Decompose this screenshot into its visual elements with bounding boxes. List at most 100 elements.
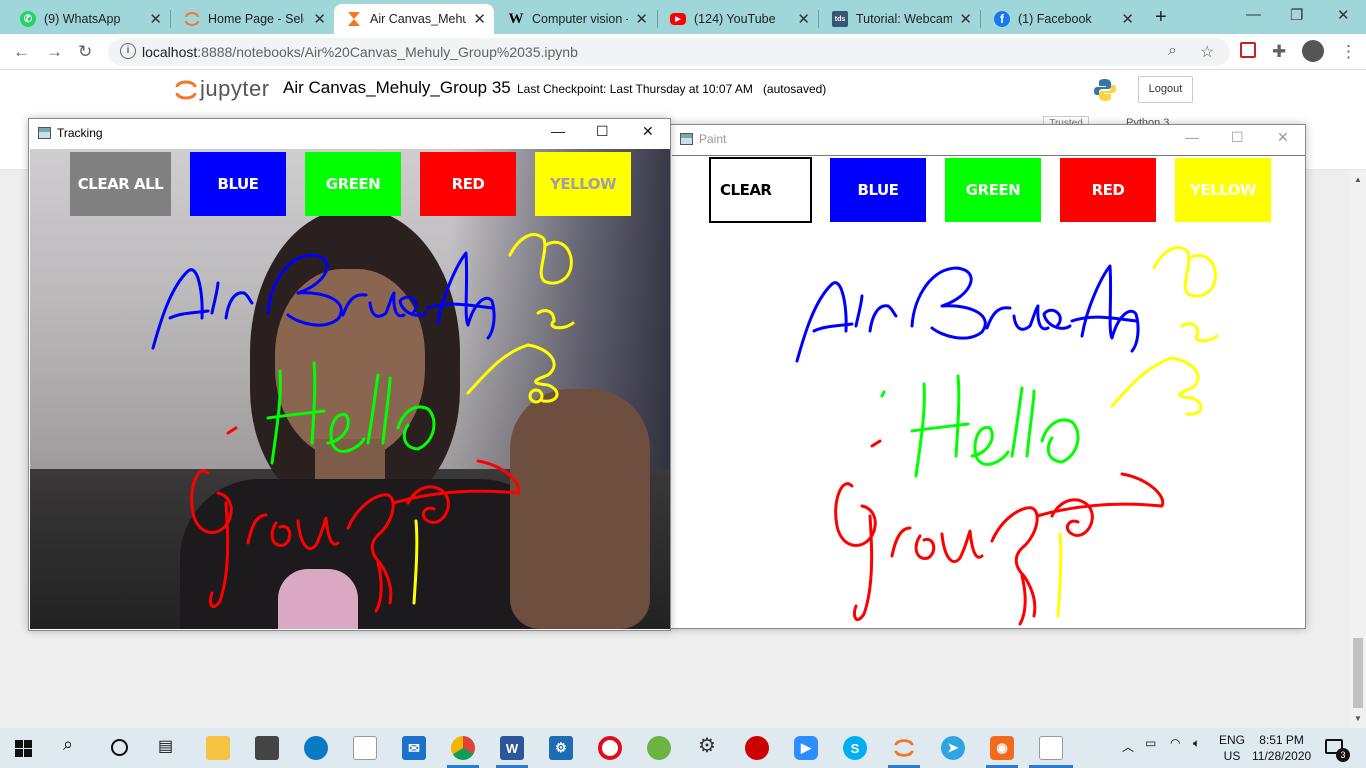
tab-title: Home Page - Sele (208, 12, 304, 26)
maximize-icon[interactable]: ☐ (596, 123, 609, 140)
tab-title: Air Canvas_Mehuly (370, 12, 466, 26)
skype-icon[interactable]: S (843, 736, 867, 760)
back-icon[interactable]: ← (13, 42, 30, 62)
notepad-icon[interactable] (353, 736, 377, 760)
tab-youtube[interactable]: ▶ (124) YouTube ✕ (658, 4, 818, 34)
system-clock[interactable]: 8:51 PM 11/28/2020 (1252, 732, 1311, 764)
pocket-extension-icon[interactable] (1240, 42, 1256, 58)
blank-app-icon[interactable] (1039, 736, 1063, 760)
python-logo-icon (1094, 79, 1116, 101)
windows-start-icon[interactable] (15, 740, 32, 757)
paint-green-button[interactable]: GREEN (945, 158, 1041, 222)
bookmark-star-icon[interactable]: ☆ (1200, 42, 1214, 62)
close-icon[interactable]: ✕ (642, 123, 654, 140)
gear-icon[interactable]: ⚙ (698, 733, 716, 758)
wifi-icon[interactable]: ◠ (1170, 736, 1180, 750)
yellow-button[interactable]: YELLOW (535, 152, 631, 216)
tds-icon: tds (832, 11, 848, 27)
paint-canvas[interactable]: CLEAR BLUE GREEN RED YELLOW (672, 155, 1305, 628)
anaconda-icon[interactable] (647, 736, 671, 760)
scroll-up-icon[interactable]: ▲ (1354, 175, 1362, 184)
reload-icon[interactable]: ↻ (78, 42, 92, 62)
language-indicator[interactable]: ENG US (1219, 732, 1245, 764)
jupyter-icon (184, 11, 200, 27)
window-app-icon (38, 127, 51, 139)
chevron-up-icon[interactable]: ︿ (1122, 738, 1134, 755)
battery-icon[interactable]: ▭ (1145, 736, 1156, 750)
settings-app-icon[interactable]: ⚙ (549, 736, 573, 760)
scroll-down-icon[interactable]: ▼ (1354, 714, 1362, 723)
search-icon[interactable]: ⌕ (63, 734, 73, 755)
jupyter-logo-text: jupyter (200, 76, 270, 101)
url-text[interactable]: localhost:8888/notebooks/Air%20Canvas_Me… (142, 44, 578, 60)
browser-tab-bar: ✆ (9) WhatsApp ✕ Home Page - Sele ✕ Air … (0, 0, 1366, 34)
blue-button[interactable]: BLUE (190, 152, 286, 216)
minimize-icon[interactable]: — (1185, 129, 1199, 145)
whatsapp-icon: ✆ (20, 11, 36, 27)
spider-app-icon[interactable] (745, 736, 769, 760)
camera-app-icon[interactable]: ◉ (990, 736, 1014, 760)
tab-computer-vision[interactable]: W Computer vision - ✕ (496, 4, 656, 34)
close-icon[interactable]: ✕ (1121, 10, 1134, 28)
extensions-icon[interactable]: ✚ (1272, 42, 1286, 62)
cortana-icon[interactable] (111, 739, 128, 756)
telegram-icon[interactable]: ➤ (941, 736, 965, 760)
paint-window-title: Paint (699, 132, 727, 146)
jupyter-logo-icon[interactable] (174, 78, 198, 102)
facebook-icon: f (994, 11, 1010, 27)
close-icon[interactable]: ✕ (1277, 129, 1289, 146)
minimize-icon[interactable]: — (1246, 6, 1261, 23)
logout-button[interactable]: Logout (1138, 76, 1193, 103)
paint-drawing-strokes (795, 246, 1219, 626)
zoom-icon[interactable]: ⌕ (1168, 42, 1177, 60)
volume-icon[interactable]: 🔈︎ (1193, 736, 1200, 751)
address-bar[interactable]: i localhost:8888/notebooks/Air%20Canvas_… (108, 38, 1230, 66)
paint-blue-button[interactable]: BLUE (830, 158, 926, 222)
close-icon[interactable]: ✕ (473, 10, 486, 28)
tab-webcam-tutorial[interactable]: tds Tutorial: Webcam ✕ (820, 4, 980, 34)
tab-whatsapp[interactable]: ✆ (9) WhatsApp ✕ (8, 4, 170, 34)
profile-avatar[interactable] (1302, 40, 1324, 62)
word-icon[interactable]: W (500, 736, 524, 760)
task-view-icon[interactable]: ▤ (158, 736, 173, 756)
tab-home-page[interactable]: Home Page - Sele ✕ (172, 4, 334, 34)
restore-icon[interactable]: ❐ (1290, 6, 1303, 24)
clear-all-button[interactable]: CLEAR ALL (70, 152, 171, 216)
paint-red-button[interactable]: RED (1060, 158, 1156, 222)
paint-clear-button[interactable]: CLEAR (709, 157, 812, 223)
close-icon[interactable]: ✕ (959, 10, 972, 28)
minimize-icon[interactable]: — (551, 123, 565, 139)
green-button[interactable]: GREEN (305, 152, 401, 216)
mail-icon[interactable]: ✉ (402, 736, 426, 760)
webcam-feed[interactable]: CLEAR ALL BLUE GREEN RED YELLOW (30, 149, 670, 629)
close-icon[interactable]: ✕ (313, 10, 326, 28)
maximize-icon[interactable]: ☐ (1231, 129, 1244, 146)
new-tab-icon[interactable]: + (1155, 6, 1167, 29)
close-icon[interactable]: ✕ (797, 10, 810, 28)
paint-yellow-button[interactable]: YELLOW (1175, 158, 1271, 222)
close-icon[interactable]: ✕ (635, 10, 648, 28)
tab-facebook[interactable]: f (1) Facebook ✕ (982, 4, 1142, 34)
chrome-icon[interactable] (451, 736, 475, 760)
store-icon[interactable] (255, 736, 279, 760)
tracking-titlebar[interactable]: Tracking — ☐ ✕ (29, 119, 670, 149)
jupyter-taskbar-icon[interactable] (892, 736, 916, 760)
paint-titlebar[interactable]: Paint — ☐ ✕ (671, 125, 1305, 155)
menu-icon[interactable]: ⋮ (1340, 42, 1357, 62)
zoom-app-icon[interactable]: ▶ (794, 736, 818, 760)
tab-air-canvas[interactable]: Air Canvas_Mehuly ✕ (334, 4, 494, 34)
forward-icon[interactable]: → (46, 42, 63, 62)
opera-icon[interactable] (598, 736, 622, 760)
file-explorer-icon[interactable] (206, 736, 230, 760)
checkpoint-status: Last Checkpoint: Last Thursday at 10:07 … (517, 82, 827, 96)
youtube-icon: ▶ (670, 13, 686, 25)
tracking-window-title: Tracking (57, 126, 103, 140)
windows-taskbar: ⌕ ▤ ✉ W ⚙ ⚙ ▶ S ➤ ◉ ︿ ▭ ◠ 🔈︎ ENG US 8:51 … (0, 728, 1366, 768)
notebook-title[interactable]: Air Canvas_Mehuly_Group 35 (283, 78, 511, 98)
info-icon[interactable]: i (120, 43, 136, 59)
close-icon[interactable]: ✕ (149, 10, 162, 28)
page-scrollbar[interactable] (1350, 170, 1366, 728)
edge-icon[interactable] (304, 736, 328, 760)
red-button[interactable]: RED (420, 152, 516, 216)
close-window-icon[interactable]: ✕ (1337, 6, 1350, 24)
